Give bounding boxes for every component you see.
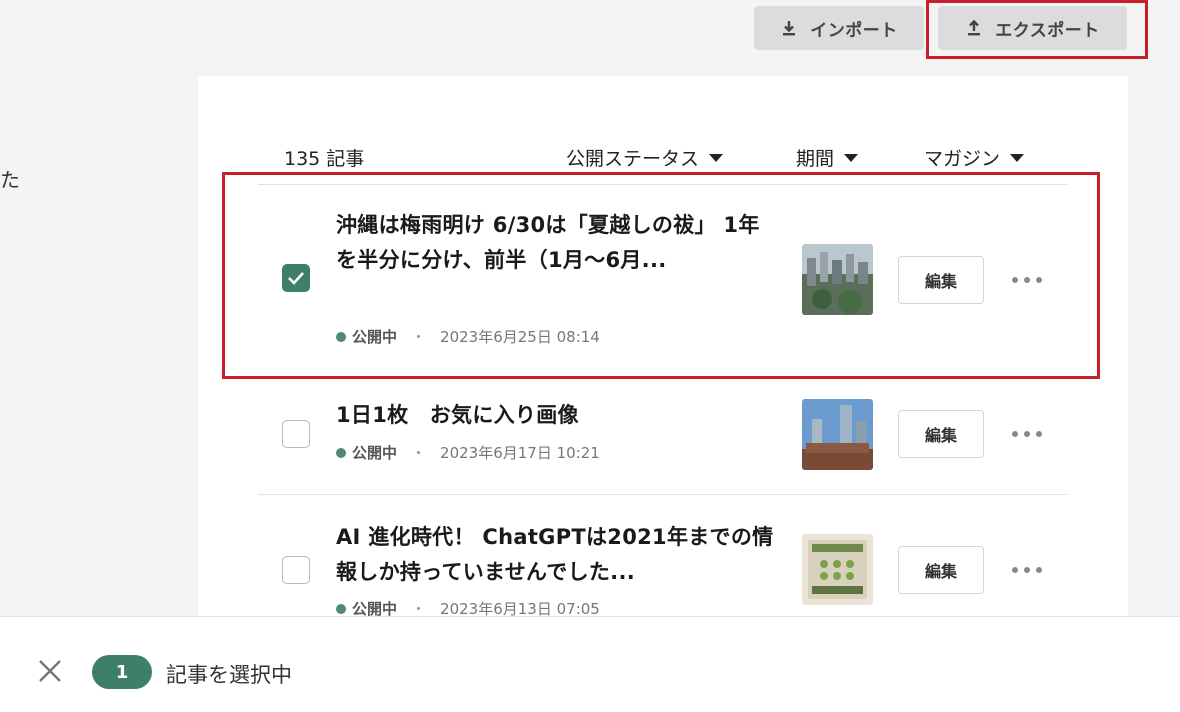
status-filter-label: 公開ステータス xyxy=(566,148,700,170)
edit-button[interactable]: 編集 xyxy=(898,256,984,304)
caret-down-icon xyxy=(1010,153,1025,162)
building-photo-icon xyxy=(802,399,873,470)
article-title[interactable]: 1日1枚 お気に入り画像 xyxy=(336,398,776,433)
article-checkbox[interactable] xyxy=(282,264,310,292)
import-button-label: インポート xyxy=(810,20,898,41)
divider xyxy=(258,184,1068,185)
article-count: 135 記事 xyxy=(284,148,365,170)
article-date: 2023年6月25日 08:14 xyxy=(440,328,600,346)
article-thumbnail xyxy=(802,534,873,605)
status-badge: 公開中 xyxy=(352,328,398,346)
more-options-icon[interactable] xyxy=(1012,424,1042,444)
status-dot-icon xyxy=(336,603,346,614)
status-badge: 公開中 xyxy=(352,444,398,462)
export-button-label: エクスポート xyxy=(995,20,1100,41)
filter-bar: 135 記事 公開ステータス 期間 マガジン xyxy=(198,136,1128,172)
article-title[interactable]: AI 進化時代！ ChatGPTは2021年までの情報しか持っていませんでした.… xyxy=(336,520,776,590)
article-checkbox[interactable] xyxy=(282,420,310,448)
caret-down-icon xyxy=(709,153,724,162)
divider xyxy=(258,494,1068,495)
article-thumbnail xyxy=(802,244,873,315)
article-meta: 公開中 ・ 2023年6月17日 10:21 xyxy=(336,442,600,463)
left-pane: た xyxy=(0,0,198,620)
article-meta: 公開中 ・ 2023年6月25日 08:14 xyxy=(336,326,600,347)
checkmark-icon xyxy=(288,272,304,285)
city-photo-icon xyxy=(802,244,873,315)
article-thumbnail xyxy=(802,399,873,470)
article-date: 2023年6月17日 10:21 xyxy=(440,444,600,462)
close-icon[interactable] xyxy=(36,657,64,685)
selection-bar: 1 記事を選択中 xyxy=(0,616,1180,712)
article-title[interactable]: 沖縄は梅雨明け 6/30は「夏越しの祓」 1年を半分に分け、前半（1月〜6月..… xyxy=(336,208,776,278)
magazine-filter-dropdown[interactable]: マガジン xyxy=(924,144,1025,171)
status-filter-dropdown[interactable]: 公開ステータス xyxy=(566,144,724,171)
period-filter-label: 期間 xyxy=(796,148,835,170)
article-row: 1日1枚 お気に入り画像 公開中 ・ 2023年6月17日 10:21 編集 xyxy=(198,386,1128,494)
left-fragment-text: た xyxy=(0,168,20,192)
article-list-panel: 135 記事 公開ステータス 期間 マガジン 沖縄は梅雨明け 6/30は「夏越し… xyxy=(198,76,1128,636)
more-options-icon[interactable] xyxy=(1012,560,1042,580)
more-options-icon[interactable] xyxy=(1012,270,1042,290)
article-row: 沖縄は梅雨明け 6/30は「夏越しの祓」 1年を半分に分け、前半（1月〜6月..… xyxy=(198,186,1128,386)
selection-label: 記事を選択中 xyxy=(166,663,292,687)
right-strip xyxy=(1128,0,1180,616)
download-icon xyxy=(783,21,796,36)
status-dot-icon xyxy=(336,447,346,458)
edit-button[interactable]: 編集 xyxy=(898,410,984,458)
selected-count-badge: 1 xyxy=(92,655,152,689)
article-checkbox[interactable] xyxy=(282,556,310,584)
import-button[interactable]: インポート xyxy=(754,6,924,50)
status-dot-icon xyxy=(336,331,346,342)
upload-icon xyxy=(968,19,981,36)
caret-down-icon xyxy=(844,153,859,162)
export-button[interactable]: エクスポート xyxy=(938,6,1127,50)
document-photo-icon xyxy=(802,534,873,605)
edit-button[interactable]: 編集 xyxy=(898,546,984,594)
article-row: AI 進化時代！ ChatGPTは2021年までの情報しか持っていませんでした.… xyxy=(198,496,1128,636)
magazine-filter-label: マガジン xyxy=(924,148,1001,170)
period-filter-dropdown[interactable]: 期間 xyxy=(796,144,859,171)
